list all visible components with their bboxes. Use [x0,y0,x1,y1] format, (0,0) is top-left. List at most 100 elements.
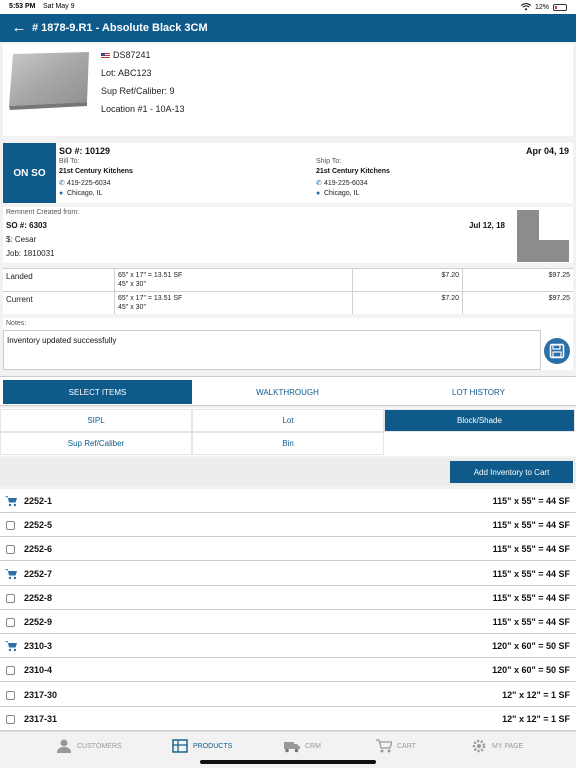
battery-percent: 12% [534,3,549,11]
flag-icon [101,52,110,59]
list-item[interactable]: 2252-9 115" x 55" = 44 SF [0,610,576,634]
checkbox[interactable] [6,545,15,555]
filter-lot[interactable]: Lot [192,409,384,432]
remnant-amount: $: Cesar [6,235,37,244]
filter-sup-ref-caliber[interactable]: Sup Ref/Caliber [0,432,192,455]
back-arrow-icon[interactable]: ← [8,14,30,42]
tab-select-items[interactable]: SELECT ITEMS [3,380,192,404]
gear-icon [472,739,486,753]
save-icon [549,343,565,359]
nav-label: CRM [305,742,321,750]
nav-products[interactable]: PRODUCTS [172,739,232,753]
status-time: 5:53 PM [9,3,36,10]
bill-to-city: Chicago, IL [67,190,103,197]
list-item[interactable]: 2252-8 115" x 55" = 44 SF [0,585,576,610]
checkbox[interactable] [6,521,15,531]
checkbox[interactable] [6,593,15,603]
status-right: 12% [520,3,567,11]
bill-to-phone-row[interactable]: ✆ 419-225-6034 [59,179,111,187]
nav-my-page[interactable]: MY PAGE [471,739,523,753]
item-id: 2252-1 [24,496,53,506]
sales-order-card[interactable]: ON SO SO #: 10129 Apr 04, 19 Bill To: 21… [3,143,573,203]
checkbox[interactable] [6,618,15,627]
add-inventory-to-cart-button[interactable]: Add Inventory to Cart [450,461,573,483]
add-bar: Add Inventory to Cart [0,458,576,486]
truck-icon [284,742,300,753]
home-indicator[interactable] [200,760,376,764]
item-dimensions: 115" x 55" = 44 SF [492,592,570,603]
ship-to-name: 21st Century Kitchens [316,168,390,175]
remnant-shape-image [517,210,569,262]
list-item[interactable]: 2310-4 120" x 60" = 50 SF [0,658,576,683]
item-id: 2252-9 [24,617,53,627]
price-total: $97.25 [462,269,573,291]
list-item[interactable]: 2252-7 115" x 55" = 44 SF [0,561,576,586]
item-dimensions: 115" x 55" = 44 SF [492,496,570,506]
price-row: Current 65" x 17" = 13.51 SF 45" x 30" $7… [3,291,573,314]
list-item[interactable]: 2310-3 120" x 60" = 50 SF [0,634,576,659]
product-sup-ref: Sup Ref/Caliber: 9 [101,86,175,96]
ship-to-city-row: ● Chicago, IL [316,190,359,197]
notes-label: Notes: [6,320,27,327]
list-item[interactable]: 2317-31 12" x 12" = 1 SF [0,706,576,731]
list-item[interactable]: 2252-6 115" x 55" = 44 SF [0,537,576,562]
item-dimensions: 120" x 60" = 50 SF [492,641,570,652]
tab-lot-history[interactable]: LOT HISTORY [384,380,573,404]
checkbox[interactable] [6,666,15,676]
item-id: 2252-8 [24,592,53,603]
navigation-bar: ← # 1878-9.R1 - Absolute Black 3CM [0,14,576,42]
product-code: DS87241 [113,50,151,60]
nav-label: CART [397,742,416,750]
size-line-2: 45" x 30" [118,281,146,288]
filter-bin[interactable]: Bin [192,432,384,455]
nav-customers[interactable]: CUSTOMERS [56,739,122,753]
ship-to-phone-row[interactable]: ✆ 419-225-6034 [316,179,368,187]
save-button[interactable] [544,338,570,364]
phone-icon: ✆ [316,180,322,187]
remnant-label: Remnent Created from: [6,209,80,216]
checkbox[interactable] [6,714,15,724]
price-table: Landed 65" x 17" = 13.51 SF 45" x 30" $7.… [3,268,573,314]
nav-cart[interactable]: CART [376,739,416,753]
person-icon [57,739,71,753]
size-line-2: 45" x 30" [118,304,146,311]
ship-to-label: Ship To: [316,158,342,165]
nav-crm[interactable]: CRM [284,739,321,753]
price-label: Current [6,295,33,304]
products-icon [172,739,188,753]
item-dimensions: 115" x 55" = 44 SF [492,520,570,531]
item-id: 2252-7 [24,568,53,579]
page-title: # 1878-9.R1 - Absolute Black 3CM [32,22,208,34]
item-dimensions: 12" x 12" = 1 SF [502,689,570,700]
notes-section: Notes: Inventory updated successfully [3,318,573,370]
bill-to-name: 21st Century Kitchens [59,168,133,175]
cart-icon [376,739,392,753]
so-date: Apr 04, 19 [525,146,569,156]
list-item[interactable]: 2317-30 12" x 12" = 1 SF [0,682,576,707]
item-id: 2252-5 [24,520,53,531]
item-id: 2317-31 [24,713,58,724]
slab-image [9,52,89,110]
item-dimensions: 115" x 55" = 44 SF [492,617,570,627]
status-bar: 5:53 PM Sat May 9 12% [0,0,576,14]
bill-to-phone: 419-225-6034 [67,180,111,187]
notes-field[interactable]: Inventory updated successfully [3,330,541,370]
product-code-row: DS87241 [101,50,151,60]
list-item[interactable]: 2252-1 115" x 55" = 44 SF [0,489,576,513]
filter-sipl[interactable]: SIPL [0,409,192,432]
cart-icon [5,641,17,652]
filter-group: SIPL Lot Block/Shade Sup Ref/Caliber Bin [0,408,576,456]
ship-to-phone: 419-225-6034 [324,180,368,187]
tab-walkthrough[interactable]: WALKTHROUGH [193,380,382,404]
list-item[interactable]: 2252-5 115" x 55" = 44 SF [0,513,576,538]
item-dimensions: 115" x 55" = 44 SF [492,568,570,579]
item-id: 2310-3 [24,641,53,652]
cart-icon [5,568,17,579]
item-id: 2252-6 [24,544,53,555]
product-location: Location #1 - 10A-13 [101,104,185,114]
filter-block-shade[interactable]: Block/Shade [384,409,575,432]
checkbox[interactable] [6,690,15,700]
on-so-badge: ON SO [3,143,56,203]
nav-label: CUSTOMERS [77,742,122,750]
battery-icon [553,3,567,11]
